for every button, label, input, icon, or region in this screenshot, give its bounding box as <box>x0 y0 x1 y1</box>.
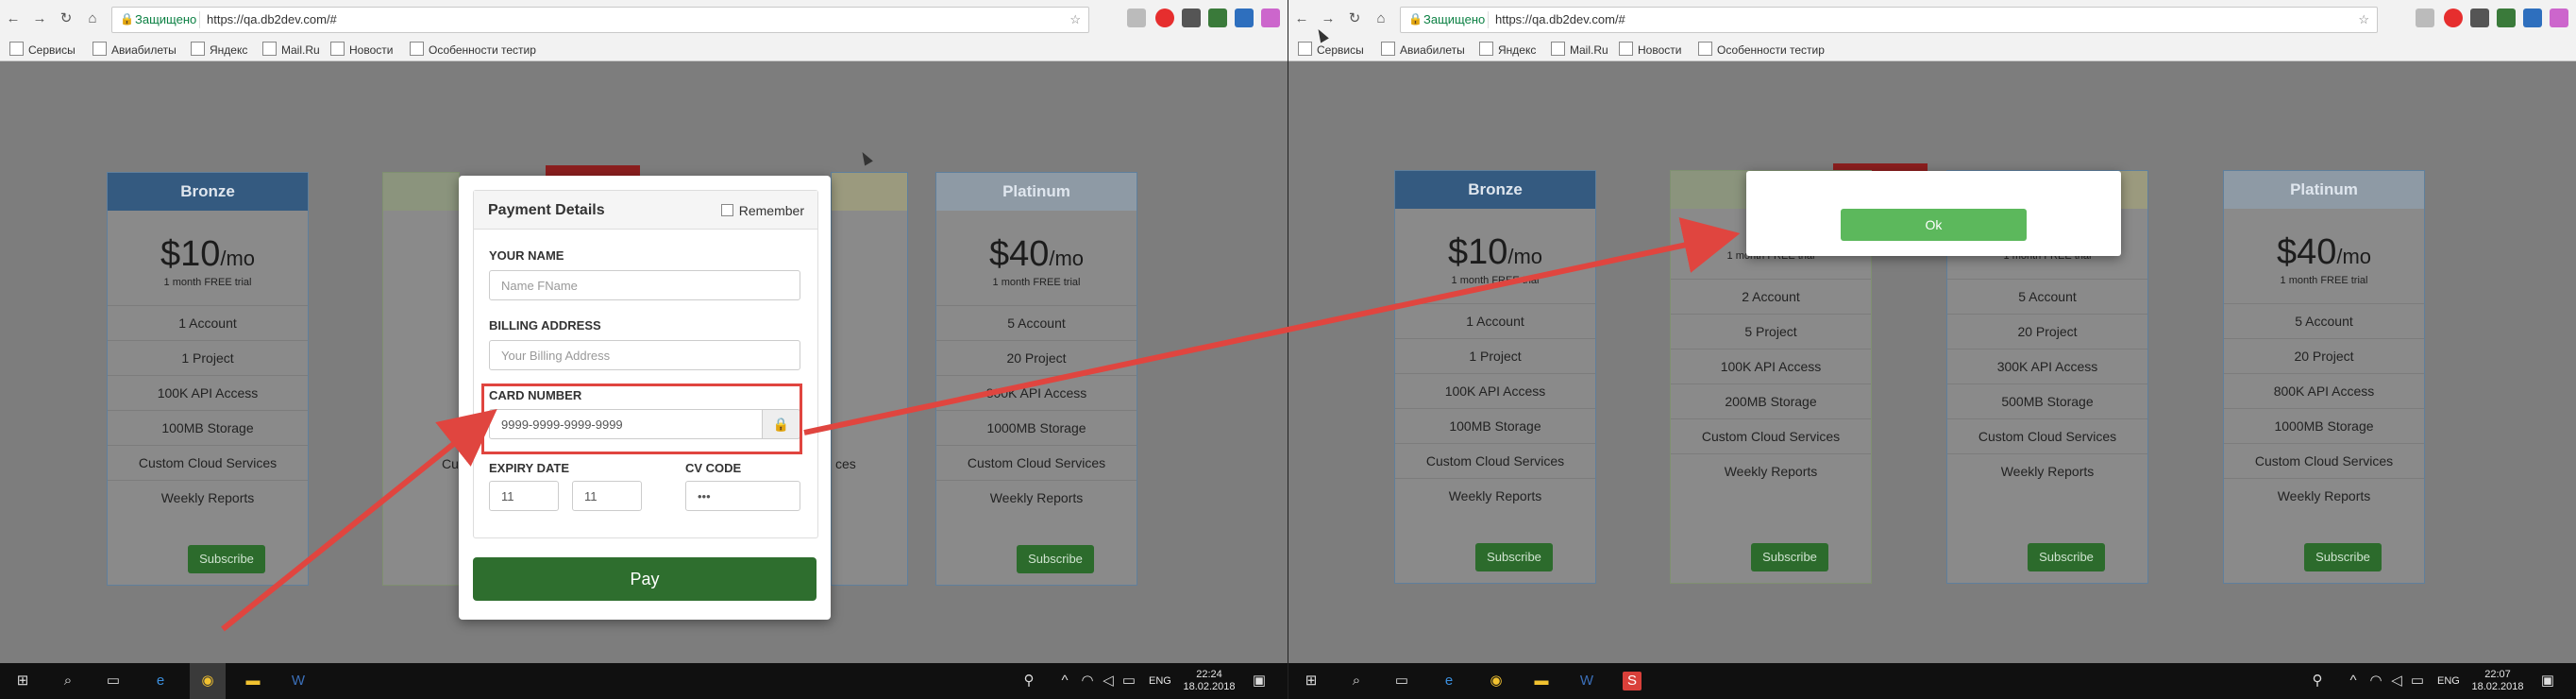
annotation-arrows <box>221 217 1741 632</box>
arrow-to-ok-dialog <box>803 217 1741 435</box>
arrow-to-card-field <box>221 408 497 632</box>
